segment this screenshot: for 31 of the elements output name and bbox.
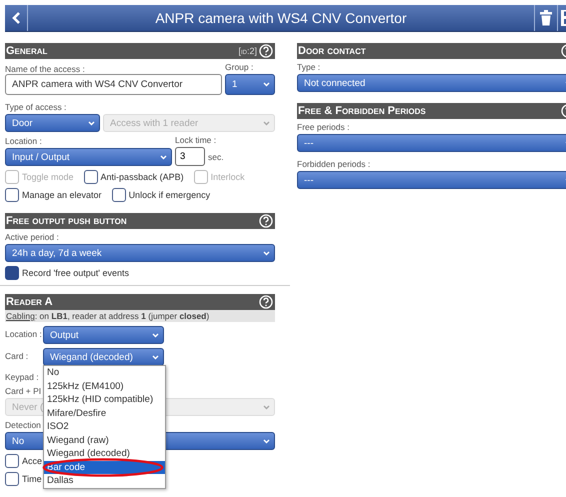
checkbox-label: Interlock — [210, 172, 245, 182]
id-label: [id:2] — [238, 46, 257, 56]
checkbox-label: Anti-passback (APB) — [100, 172, 184, 182]
section-title: Door contact — [298, 45, 366, 57]
field-label: Lock time : — [175, 135, 218, 145]
section-title: General — [6, 45, 48, 57]
field-label: Card : — [5, 351, 30, 361]
field-label: Detection — [5, 420, 41, 430]
unit-label: sec. — [208, 152, 224, 164]
field-label: Card + PI — [5, 386, 42, 396]
field-label: Type of access : — [5, 102, 66, 112]
field-label: Group : — [225, 62, 254, 72]
checkbox-label: Time — [22, 474, 42, 484]
checkbox-label: Manage an elevator — [22, 190, 102, 200]
field-label: Name of the access : — [5, 64, 86, 74]
section-title: Free & Forbidden Periods — [298, 105, 426, 117]
checkbox-label: Toggle mode — [22, 172, 74, 182]
section-title: Free output push button — [6, 215, 127, 227]
cabling-info: : on LB1, reader at address 1 (jumper closed) — [34, 311, 210, 321]
checkbox-label: Acce — [22, 456, 42, 466]
field-label: Forbidden periods : — [297, 159, 370, 169]
field-label: Active period : — [5, 232, 59, 242]
field-label: Type : — [297, 62, 320, 72]
window-title: ANPR camera with WS4 CNV Convertor — [154, 9, 408, 28]
field-label: Keypad : — [5, 372, 39, 382]
field-label: Location : — [5, 329, 40, 339]
checkbox-label: Record 'free output' events — [22, 268, 129, 278]
section-title: Reader A — [6, 296, 53, 308]
field-label: Free periods : — [297, 122, 350, 132]
checkbox-label: Unlock if emergency — [128, 190, 210, 200]
field-label: Location : — [5, 136, 43, 146]
